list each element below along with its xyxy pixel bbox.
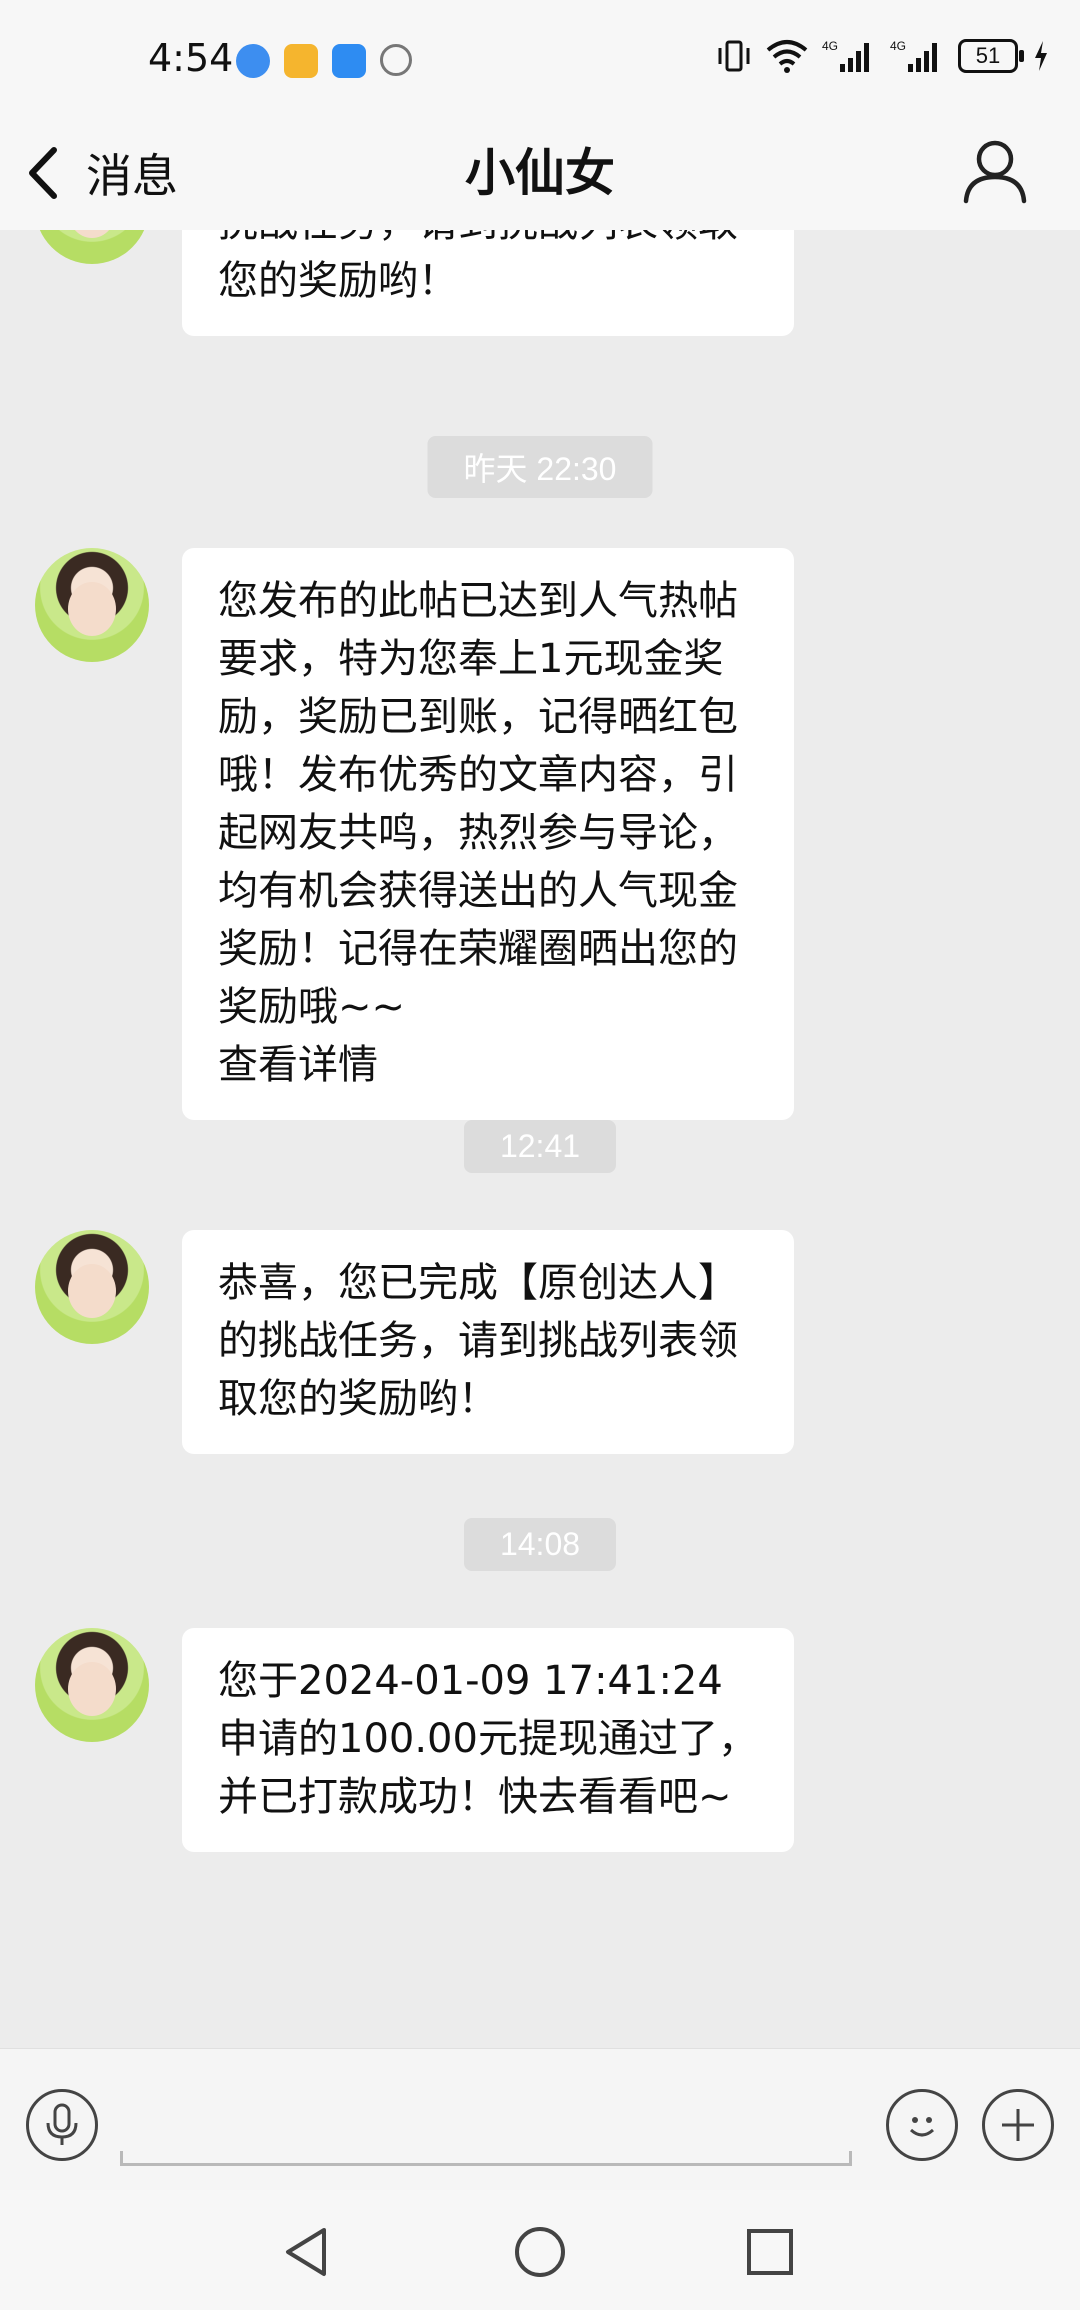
avatar[interactable] (35, 548, 149, 662)
message-bubble[interactable]: 挑战任务，请到挑战列表领取您的奖励哟！ (182, 230, 794, 336)
microphone-icon (46, 2103, 78, 2145)
battery-indicator: 51 (958, 39, 1024, 73)
input-bar (0, 2048, 1080, 2191)
timestamp: 12:41 (463, 1120, 617, 1173)
status-bar: 4:54 4G 4G 51 (0, 0, 1080, 120)
smiley-icon (909, 2117, 935, 2137)
avatar[interactable] (35, 1628, 149, 1742)
plus-icon (1002, 2109, 1034, 2141)
emoji-button[interactable] (886, 2089, 958, 2161)
avatar[interactable] (35, 230, 149, 264)
chat-header: 消息 小仙女 (0, 120, 1080, 230)
message-bubble[interactable]: 恭喜，您已完成【原创达人】的挑战任务，请到挑战列表领取您的奖励哟！ (182, 1230, 794, 1454)
voice-button[interactable] (26, 2089, 98, 2161)
nav-back-icon[interactable] (278, 2222, 338, 2282)
avatar[interactable] (35, 1230, 149, 1344)
nav-recents-icon[interactable] (740, 2222, 800, 2282)
message-list[interactable]: 挑战任务，请到挑战列表领取您的奖励哟！ 昨天 22:30 您发布的此帖已达到人气… (0, 230, 1080, 2050)
nav-home-icon[interactable] (510, 2222, 570, 2282)
status-time: 4:54 (148, 36, 234, 80)
notification-icons (236, 44, 412, 78)
message-input[interactable] (120, 2151, 852, 2166)
timestamp: 14:08 (463, 1518, 617, 1571)
contact-profile-icon[interactable] (960, 135, 1030, 205)
timestamp: 昨天 22:30 (427, 436, 653, 498)
signal-icon: 4G (822, 39, 869, 72)
browser-icon (236, 44, 270, 78)
svg-text:4G: 4G (890, 39, 906, 53)
message-bubble[interactable]: 您于2024-01-09 17:41:24申请的100.00元提现通过了，并已打… (182, 1628, 794, 1852)
svg-text:4G: 4G (822, 39, 838, 53)
cloud-icon (332, 44, 366, 78)
weibo-icon (284, 44, 318, 78)
wifi-icon (766, 40, 808, 73)
vibrate-icon (718, 40, 750, 72)
system-icons: 4G 4G 51 (716, 38, 1050, 74)
charging-icon (1035, 41, 1047, 71)
page-title: 小仙女 (465, 144, 615, 202)
add-button[interactable] (982, 2089, 1054, 2161)
system-nav-bar (0, 2190, 1080, 2310)
message-bubble[interactable]: 您发布的此帖已达到人气热帖要求，特为您奉上1元现金奖励，奖励已到账，记得晒红包哦… (182, 548, 794, 1120)
signal-icon: 4G (890, 39, 937, 72)
hotspot-icon (380, 44, 412, 76)
message-text: 您发布的此帖已达到人气热帖要求，特为您奉上1元现金奖励，奖励已到账，记得晒红包哦… (218, 578, 738, 1088)
